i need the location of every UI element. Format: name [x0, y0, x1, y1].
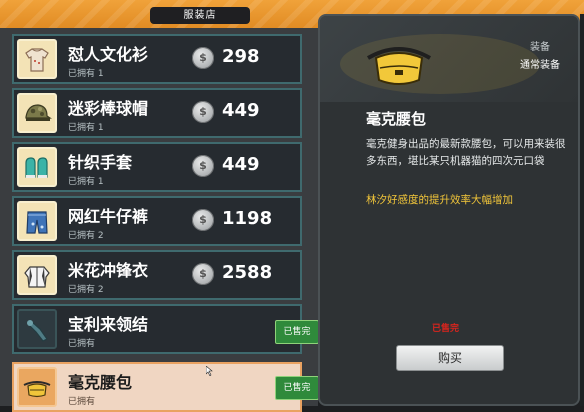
- item-subcategory: 通常装备: [520, 60, 560, 71]
- waist-bag-icon: [17, 367, 57, 407]
- owned-count: 已拥有: [68, 397, 96, 407]
- buy-button[interactable]: 购买: [396, 345, 504, 371]
- camo-cap-icon: [17, 93, 57, 133]
- owned-count: 已拥有 1: [68, 69, 104, 79]
- coin-icon: $: [192, 263, 214, 285]
- coin-icon: $: [192, 209, 214, 231]
- detail-title: 毫克腰包: [366, 110, 427, 128]
- bowtie-icon: [17, 309, 57, 349]
- jacket-icon: [17, 255, 57, 295]
- owned-count: 已拥有 1: [68, 177, 104, 187]
- shop-title: 服装店: [150, 7, 250, 24]
- item-price: 2588: [222, 262, 273, 283]
- item-row-mittens[interactable]: 针织手套 已拥有 1 $ 449: [12, 142, 302, 192]
- detail-effect: 林汐好感度的提升效率大幅增加: [366, 194, 513, 206]
- item-row-bowtie[interactable]: 宝利来领结 已拥有: [12, 304, 302, 354]
- item-row-camo-cap[interactable]: 迷彩棒球帽 已拥有 1 $ 449: [12, 88, 302, 138]
- sold-out-status: 已售完: [432, 324, 460, 334]
- item-price: 449: [222, 100, 260, 121]
- owned-count: 已拥有 2: [68, 231, 104, 241]
- jeans-icon: [17, 201, 57, 241]
- waist-bag-icon: [364, 36, 434, 98]
- item-row-waist-bag[interactable]: 毫克腰包 已拥有: [12, 362, 302, 412]
- sold-out-tag: 已售完: [275, 376, 319, 400]
- item-row-jacket[interactable]: 米花冲锋衣 已拥有 2 $ 2588: [12, 250, 302, 300]
- item-price: 1198: [222, 208, 273, 229]
- item-name: 怼人文化衫: [68, 45, 149, 64]
- coin-icon: $: [192, 155, 214, 177]
- item-name: 网红牛仔裤: [68, 207, 149, 226]
- owned-count: 已拥有: [68, 339, 96, 349]
- item-price: 298: [222, 46, 260, 67]
- item-name: 迷彩棒球帽: [68, 99, 149, 118]
- sold-out-tag: 已售完: [275, 320, 319, 344]
- owned-count: 已拥有 2: [68, 285, 104, 295]
- detail-description: 毫克健身出品的最新款腰包，可以用来装很多东西，堪比某只机器猫的四次元口袋: [366, 138, 566, 167]
- item-name: 宝利来领结: [68, 315, 149, 334]
- tshirt-icon: [17, 39, 57, 79]
- coin-icon: $: [192, 101, 214, 123]
- item-detail-panel: 装备 通常装备 毫克腰包 毫克健身出品的最新款腰包，可以用来装很多东西，堪比某只…: [318, 14, 580, 406]
- item-name: 米花冲锋衣: [68, 261, 149, 280]
- mouse-cursor-icon: [205, 361, 214, 380]
- item-row-t-shirt[interactable]: 怼人文化衫 已拥有 1 $ 298: [12, 34, 302, 84]
- screen-edge: [580, 14, 584, 406]
- item-list[interactable]: 怼人文化衫 已拥有 1 $ 298 迷彩棒球帽 已拥有 1 $ 449 针织手套…: [0, 28, 319, 412]
- item-name: 毫克腰包: [68, 373, 133, 392]
- item-row-jeans[interactable]: 网红牛仔裤 已拥有 2 $ 1198: [12, 196, 302, 246]
- item-price: 449: [222, 154, 260, 175]
- coin-icon: $: [192, 47, 214, 69]
- item-name: 针织手套: [68, 153, 133, 172]
- item-category: 装备: [530, 42, 550, 53]
- owned-count: 已拥有 1: [68, 123, 104, 133]
- mittens-icon: [17, 147, 57, 187]
